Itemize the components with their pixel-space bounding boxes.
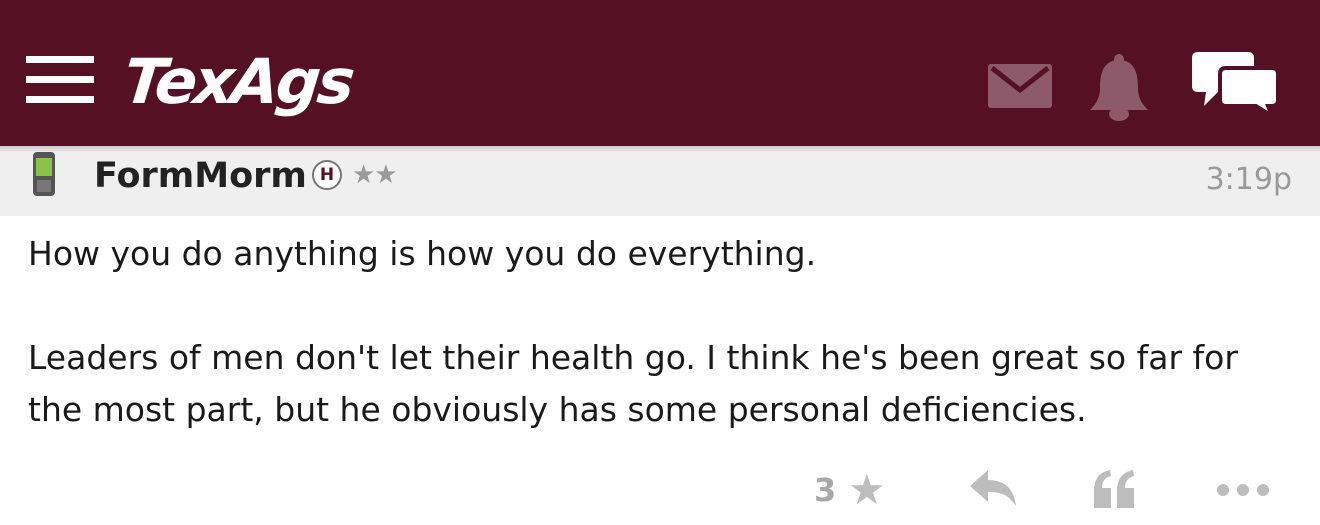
reply-arrow-icon[interactable] bbox=[968, 468, 1018, 512]
post-username[interactable]: FormMorm bbox=[94, 150, 307, 202]
more-dots-icon[interactable] bbox=[1216, 482, 1270, 501]
post-actions: 3 ★ bbox=[0, 458, 1320, 522]
star-icon[interactable]: ★ bbox=[848, 466, 886, 514]
post-timestamp: 3:19p bbox=[1205, 162, 1292, 197]
quote-icon[interactable] bbox=[1092, 468, 1138, 514]
star-count: 3 bbox=[814, 471, 837, 509]
post-body: How you do anything is how you do everyt… bbox=[28, 228, 1298, 436]
hamburger-menu-icon[interactable] bbox=[26, 56, 94, 104]
texags-logo[interactable]: TexAgs bbox=[120, 42, 356, 122]
post-paragraph: How you do anything is how you do everyt… bbox=[28, 234, 817, 273]
mobile-phone-icon bbox=[32, 152, 56, 200]
chat-bubbles-icon[interactable] bbox=[1192, 50, 1280, 118]
user-badge: H bbox=[312, 160, 342, 190]
envelope-icon[interactable] bbox=[988, 64, 1052, 108]
bell-icon[interactable] bbox=[1086, 54, 1152, 122]
rank-stars: ★★ bbox=[352, 160, 398, 190]
post-paragraph: Leaders of men don't let their health go… bbox=[28, 338, 1238, 429]
app-bar: TexAgs bbox=[0, 0, 1320, 146]
